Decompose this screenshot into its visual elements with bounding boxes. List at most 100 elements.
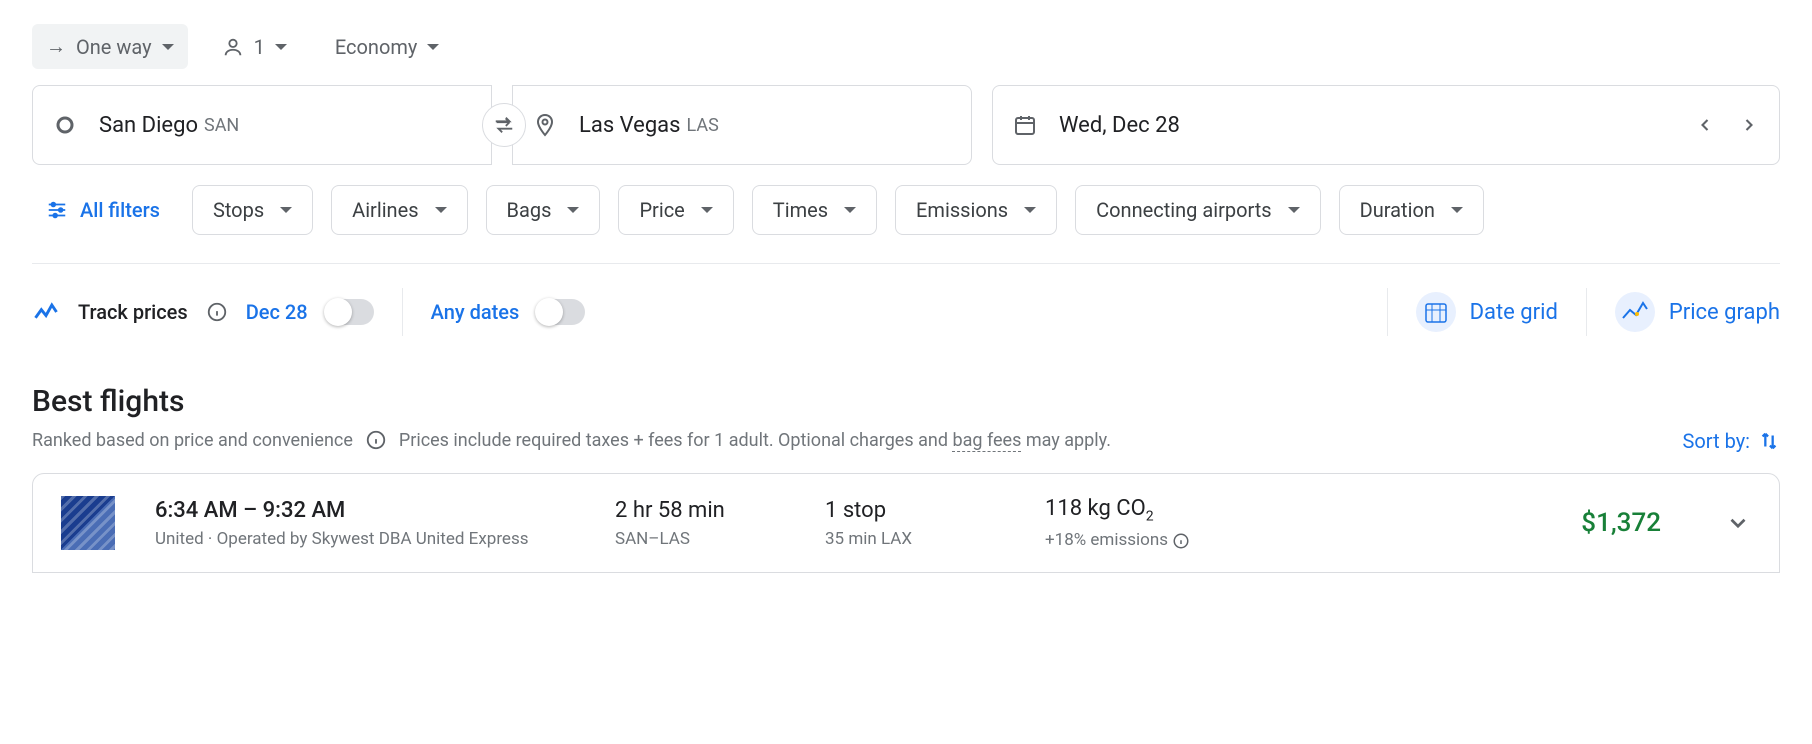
vertical-divider: [1586, 288, 1587, 336]
filter-chip-connecting-airports[interactable]: Connecting airports: [1075, 185, 1321, 235]
chip-label: Airlines: [352, 198, 418, 222]
chevron-left-icon[interactable]: [1695, 115, 1715, 135]
track-date-label: Dec 28: [246, 300, 308, 324]
dest-city: Las Vegas: [579, 113, 681, 138]
date-grid-label: Date grid: [1470, 300, 1558, 325]
vertical-divider: [1387, 288, 1388, 336]
passenger-count: 1: [254, 35, 265, 59]
date-nav: [1695, 115, 1759, 135]
flight-times-col: 6:34 AM – 9:32 AM United · Operated by S…: [155, 498, 575, 549]
caret-down-icon: [162, 44, 174, 50]
caret-down-icon: [701, 207, 713, 213]
chip-label: Stops: [213, 198, 264, 222]
flight-emissions: 118 kg CO2: [1045, 496, 1305, 524]
caret-down-icon: [567, 207, 579, 213]
track-any-dates: Any dates: [431, 299, 586, 325]
trip-options-row: → One way 1 Economy: [32, 24, 1780, 69]
flight-layover: 35 min LAX: [825, 529, 1005, 549]
chevron-down-icon[interactable]: [1725, 510, 1751, 536]
passenger-selector[interactable]: 1: [208, 25, 301, 69]
flight-times: 6:34 AM – 9:32 AM: [155, 498, 575, 523]
sort-by-button[interactable]: Sort by:: [1683, 429, 1780, 453]
chip-label: Emissions: [916, 198, 1008, 222]
any-dates-toggle[interactable]: [537, 299, 585, 325]
filter-icon: [46, 199, 68, 221]
flight-stops-col: 1 stop 35 min LAX: [825, 498, 1005, 549]
origin-city: San Diego: [99, 113, 198, 138]
filter-chip-times[interactable]: Times: [752, 185, 877, 235]
sort-icon: [1758, 430, 1780, 452]
airline-logo: [61, 496, 115, 550]
sort-by-label: Sort by:: [1683, 429, 1750, 453]
swap-button[interactable]: [482, 103, 526, 147]
filters-row: All filters Stops Airlines Bags Price Ti…: [32, 185, 1780, 235]
caret-down-icon: [844, 207, 856, 213]
emissions-pct-text: +18% emissions: [1045, 530, 1168, 550]
track-date-toggle[interactable]: [326, 299, 374, 325]
origin-input[interactable]: San Diego SAN: [32, 85, 492, 165]
flight-operator: United · Operated by Skywest DBA United …: [155, 529, 575, 549]
arrow-right-icon: →: [46, 34, 66, 59]
chevron-right-icon[interactable]: [1739, 115, 1759, 135]
trend-icon: [32, 298, 60, 326]
any-dates-label: Any dates: [431, 300, 520, 324]
price-graph-label: Price graph: [1669, 300, 1780, 325]
info-icon[interactable]: [206, 301, 228, 323]
chip-label: Connecting airports: [1096, 198, 1272, 222]
chip-label: Times: [773, 198, 828, 222]
info-icon[interactable]: [1172, 532, 1190, 550]
flight-duration-col: 2 hr 58 min SAN–LAS: [615, 498, 785, 549]
caret-down-icon: [1451, 207, 1463, 213]
filter-chip-emissions[interactable]: Emissions: [895, 185, 1057, 235]
filter-chip-duration[interactable]: Duration: [1339, 185, 1484, 235]
emissions-sub: 2: [1146, 508, 1154, 524]
origin-dest-group: San Diego SAN Las Vegas LAS: [32, 85, 972, 165]
caret-down-icon: [275, 44, 287, 50]
caret-down-icon: [1024, 207, 1036, 213]
trip-type-label: One way: [76, 35, 152, 59]
caret-down-icon: [435, 207, 447, 213]
dest-code: LAS: [687, 115, 719, 136]
flight-emissions-col: 118 kg CO2 +18% emissions: [1045, 496, 1305, 550]
filter-chip-price[interactable]: Price: [618, 185, 733, 235]
trip-type-selector[interactable]: → One way: [32, 24, 188, 69]
chip-label: Bags: [507, 198, 552, 222]
emissions-value: 118 kg CO: [1045, 496, 1146, 521]
filter-chip-bags[interactable]: Bags: [486, 185, 601, 235]
cabin-label: Economy: [335, 35, 418, 59]
chip-label: Duration: [1360, 198, 1435, 222]
origin-code: SAN: [204, 115, 239, 136]
date-grid-button[interactable]: Date grid: [1416, 292, 1558, 332]
price-graph-icon: [1615, 292, 1655, 332]
swap-icon: [493, 114, 515, 136]
person-icon: [222, 36, 244, 58]
date-input[interactable]: Wed, Dec 28: [992, 85, 1780, 165]
bag-fees-link[interactable]: bag fees: [952, 430, 1021, 452]
date-grid-icon: [1416, 292, 1456, 332]
destination-input[interactable]: Las Vegas LAS: [512, 85, 972, 165]
info-icon[interactable]: [365, 429, 387, 451]
location-pin-icon: [533, 113, 557, 137]
divider: [32, 263, 1780, 264]
calendar-icon: [1013, 113, 1037, 137]
filter-chip-stops[interactable]: Stops: [192, 185, 313, 235]
section-title: Best flights: [32, 384, 1780, 419]
all-filters-button[interactable]: All filters: [32, 188, 174, 232]
track-left: Track prices Dec 28: [32, 298, 374, 326]
price-note-b: may apply.: [1021, 430, 1111, 451]
flight-emissions-pct: +18% emissions: [1045, 530, 1305, 550]
vertical-divider: [402, 288, 403, 336]
circle-icon: [53, 113, 77, 137]
flight-result-card[interactable]: 6:34 AM – 9:32 AM United · Operated by S…: [32, 473, 1780, 573]
filter-chip-airlines[interactable]: Airlines: [331, 185, 467, 235]
caret-down-icon: [1288, 207, 1300, 213]
chip-label: Price: [639, 198, 684, 222]
caret-down-icon: [280, 207, 292, 213]
cabin-selector[interactable]: Economy: [321, 25, 454, 69]
track-prices-label: Track prices: [78, 300, 188, 324]
flight-duration: 2 hr 58 min: [615, 498, 785, 523]
track-prices-row: Track prices Dec 28 Any dates Date grid …: [32, 288, 1780, 336]
flight-price: $1,372: [1581, 508, 1661, 538]
caret-down-icon: [427, 44, 439, 50]
price-graph-button[interactable]: Price graph: [1615, 292, 1780, 332]
